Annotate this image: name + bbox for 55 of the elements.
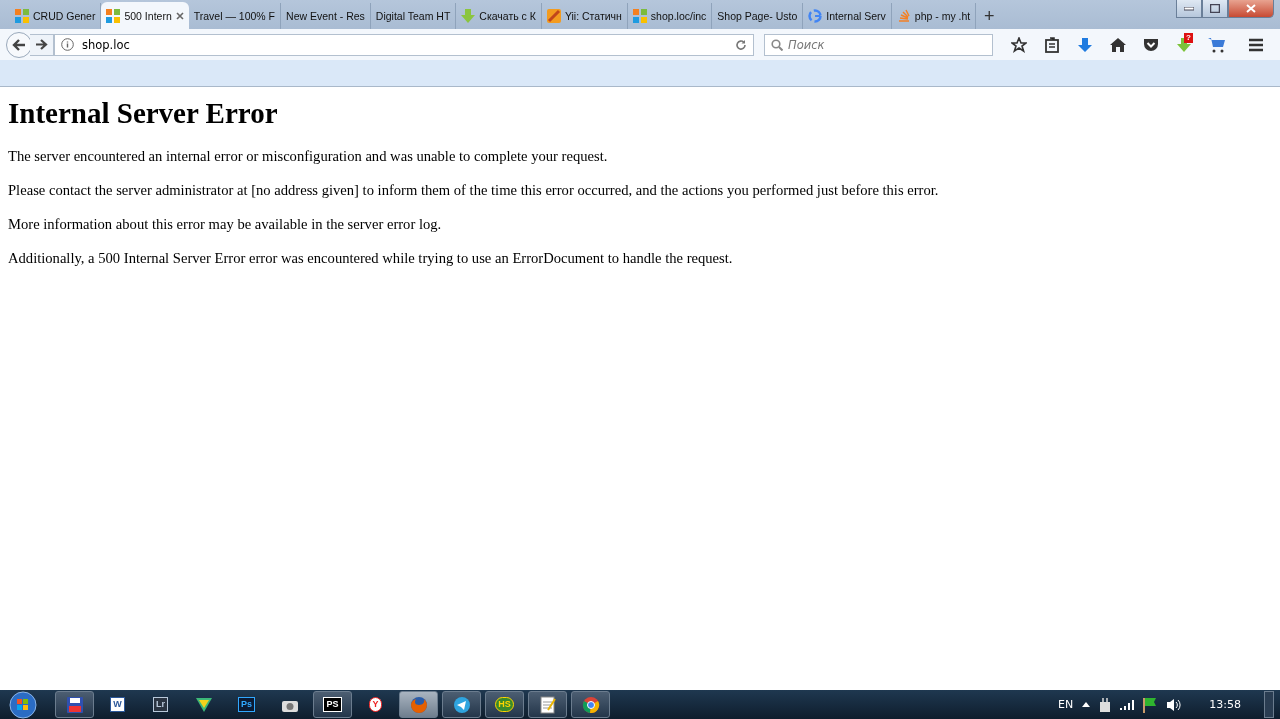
tiles-icon — [632, 9, 647, 23]
search-field[interactable]: Поиск — [764, 33, 993, 56]
speaker-icon[interactable] — [1166, 697, 1183, 712]
language-indicator[interactable]: EN — [1058, 698, 1074, 711]
new-tab-button[interactable]: + — [976, 3, 1003, 29]
taskbar-app[interactable]: Lr — [141, 691, 180, 718]
signal-icon[interactable] — [1120, 699, 1135, 710]
taskbar-app[interactable]: Y — [356, 691, 395, 718]
close-icon — [1246, 4, 1256, 13]
notification-badge: ? — [1184, 32, 1193, 43]
notepad-icon — [539, 695, 556, 714]
error-paragraph: Additionally, a 500 Internal Server Error error was encountered while trying to use an ErrorDocument to handle the request. — [8, 250, 734, 267]
addon-button[interactable]: ? — [1170, 32, 1198, 57]
arrow-left-icon — [12, 38, 26, 51]
error-paragraph: Please contact the server administrator at [no address given] to inform them of the time this error occurred, and the actions you performed just before this error. — [8, 182, 940, 199]
minimize-button[interactable] — [1176, 0, 1202, 18]
minimize-icon — [1184, 6, 1194, 11]
plug-icon[interactable] — [1099, 697, 1112, 712]
taskbar-app[interactable] — [528, 691, 567, 718]
taskbar-app[interactable] — [442, 691, 481, 718]
search-placeholder: Поиск — [788, 37, 825, 52]
taskbar-app[interactable] — [571, 691, 610, 718]
taskbar-app[interactable]: PS — [313, 691, 352, 718]
reload-icon[interactable] — [735, 38, 747, 51]
close-icon[interactable] — [175, 11, 184, 20]
fox-globe-icon — [409, 695, 428, 714]
browser-tab[interactable]: 500 Intern — [101, 2, 189, 29]
flag-icon[interactable] — [1143, 696, 1158, 713]
address-bar[interactable]: shop.loc — [54, 33, 754, 56]
floppy-icon — [66, 696, 83, 713]
slices-icon — [546, 9, 561, 23]
arrow-down-icon — [461, 9, 476, 23]
taskbar-app[interactable]: W — [98, 691, 137, 718]
show-desktop-button[interactable] — [1264, 691, 1274, 718]
tiles-icon — [15, 9, 29, 23]
tiles-icon — [106, 8, 121, 23]
back-button[interactable] — [6, 31, 32, 58]
paper-plane-icon — [452, 695, 471, 714]
taskbar-app[interactable]: Ps — [227, 691, 266, 718]
triangle-icon — [195, 697, 212, 712]
arrow-right-icon — [35, 39, 48, 50]
stack-icon — [896, 9, 911, 23]
taskbar-app[interactable] — [55, 691, 94, 718]
clock[interactable]: 13:58 — [1209, 698, 1241, 711]
forward-button[interactable] — [30, 33, 54, 56]
error-heading: Internal Server Error — [8, 97, 279, 130]
caret-icon[interactable] — [1082, 702, 1091, 707]
maximize-button[interactable] — [1202, 0, 1228, 18]
error-paragraph: More information about this error may be available in the server error log. — [8, 216, 443, 233]
close-button[interactable] — [1228, 0, 1274, 18]
error-paragraph: The server encountered an internal error or misconfiguration and was unable to complete your request. — [8, 148, 609, 165]
url-text: shop.loc — [82, 37, 131, 52]
search-icon — [771, 38, 783, 51]
maximize-icon — [1210, 4, 1220, 13]
info-icon[interactable] — [61, 38, 74, 51]
